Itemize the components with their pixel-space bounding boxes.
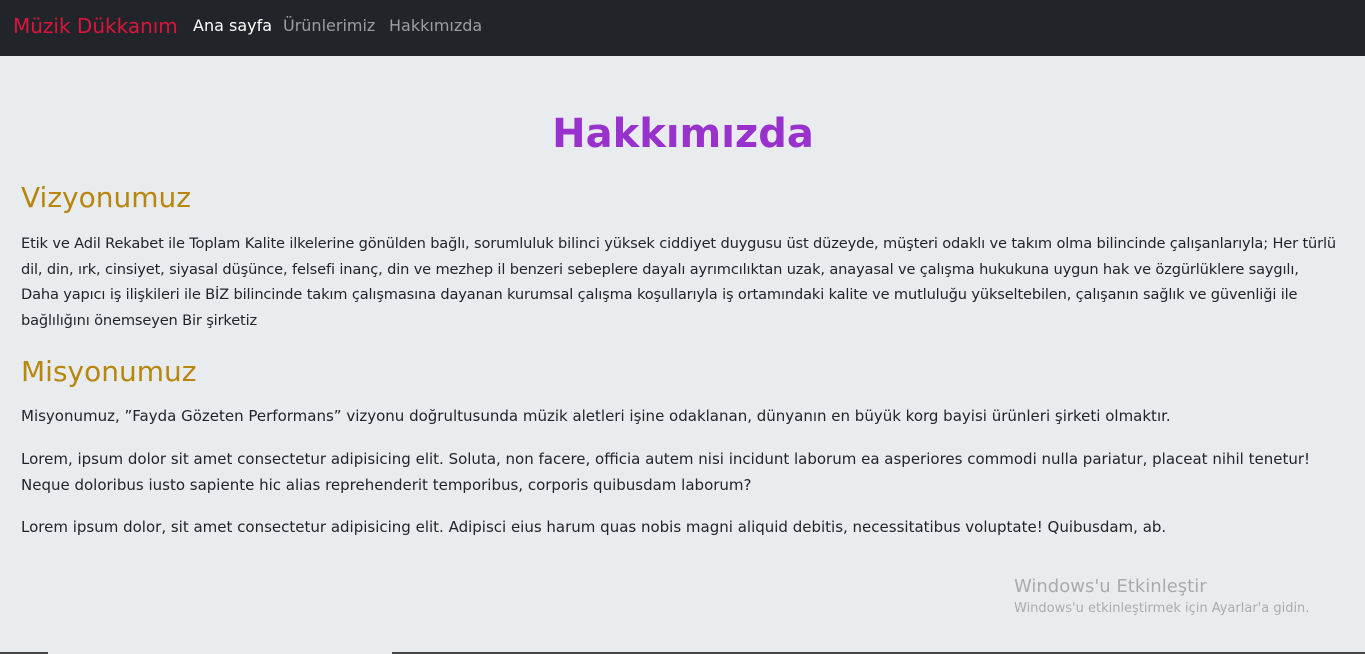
page-title: Hakkımızda xyxy=(552,111,814,157)
nav-link-about[interactable]: Hakkımızda xyxy=(389,16,482,36)
mission-heading: Misyonumuz xyxy=(21,355,197,388)
lorem-paragraph: Lorem, ipsum dolor sit amet consectetur … xyxy=(21,450,1311,494)
navbar: Müzik Dükkanım Ana sayfa Ürünlerimiz Hak… xyxy=(0,0,1365,56)
lorem-paragraph: Lorem ipsum dolor, sit amet consectetur … xyxy=(21,518,1167,536)
vision-heading: Vizyonumuz xyxy=(21,181,191,214)
mission-paragraph: Misyonumuz, ”Fayda Gözeten Performans” v… xyxy=(21,407,1171,425)
nav-link-home[interactable]: Ana sayfa xyxy=(193,16,272,36)
watermark-subtitle: Windows'u etkinleştirmek için Ayarlar'a … xyxy=(1014,601,1310,616)
vision-paragraph: Etik ve Adil Rekabet ile Toplam Kalite i… xyxy=(21,235,1336,329)
watermark-title: Windows'u Etkinleştir xyxy=(1014,576,1207,597)
nav-link-products[interactable]: Ürünlerimiz xyxy=(283,16,375,36)
windows-activation-watermark: Windows'u Etkinleştir Windows'u etkinleş… xyxy=(1014,576,1309,618)
brand-link[interactable]: Müzik Dükkanım xyxy=(13,14,178,38)
